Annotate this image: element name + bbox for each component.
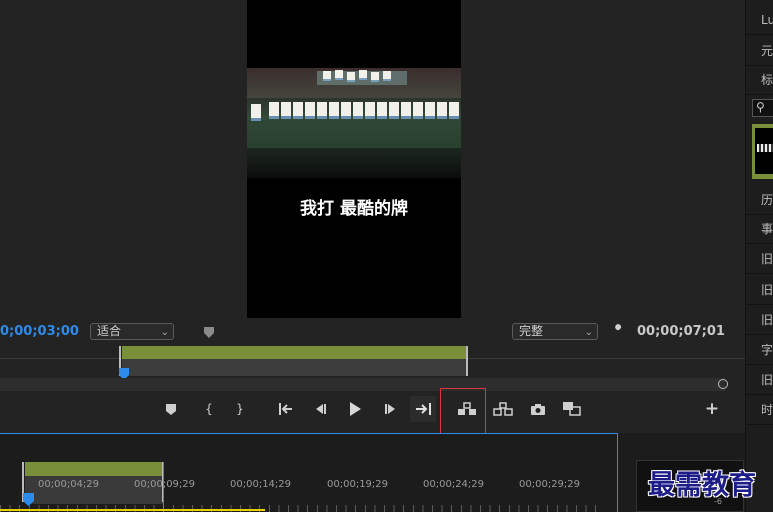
zoom-level-value: 适合 (97, 324, 122, 338)
video-preview[interactable]: 我打 最酷的牌 (247, 0, 461, 318)
go-to-out-icon[interactable] (410, 396, 436, 422)
out-point-handle[interactable] (466, 346, 473, 376)
panel-tab-metadata[interactable]: 元 (746, 37, 773, 66)
in-out-range-shade (122, 359, 468, 376)
timeline-tick-label: 00;00;24;29 (423, 479, 485, 490)
timeline-tick-label: 00;00;04;29 (38, 479, 100, 490)
watermark-logo: 最需教育 (648, 470, 756, 501)
panel-tab-captions[interactable]: 字 (746, 336, 773, 365)
zoom-level-dropdown[interactable]: 适合 ⌄ (90, 323, 174, 340)
panel-tab-legacy-2[interactable]: 旧 (746, 276, 773, 305)
marker-icon[interactable] (160, 396, 182, 422)
in-out-range-bar[interactable] (122, 346, 468, 359)
right-panel-tabs: Lu 元 标 ⚲ 历 事 旧 旧 旧 字 旧 时 (745, 0, 773, 512)
zoom-scrollbar[interactable] (0, 378, 725, 391)
extract-icon[interactable] (491, 396, 515, 422)
panel-tab-legacy-1[interactable]: 旧 (746, 245, 773, 274)
panel-tab-timecode[interactable]: 时 (746, 396, 773, 425)
zoom-scrollbar-handle[interactable] (718, 379, 728, 389)
video-frame-mahjong (247, 68, 461, 178)
monitor-time-ruler[interactable] (0, 346, 745, 380)
duration-timecode: 00;00;07;01 (637, 324, 725, 339)
timeline-tick-label: 00;00;09;29 (134, 479, 196, 490)
transport-toolbar (0, 396, 745, 426)
search-icon: ⚲ (756, 100, 765, 114)
timeline-tick-label: 00;00;29;29 (519, 479, 581, 490)
timeline-playhead-icon[interactable] (23, 491, 34, 506)
search-input[interactable]: ⚲ (752, 99, 773, 117)
chevron-down-icon: ⌄ (584, 327, 593, 338)
button-editor-add[interactable]: + (701, 396, 723, 422)
settings-shield-icon[interactable] (203, 324, 215, 338)
step-forward-icon[interactable] (380, 396, 402, 422)
play-icon[interactable] (344, 396, 366, 422)
panel-tab-legacy-3[interactable]: 旧 (746, 306, 773, 335)
camera-icon[interactable] (527, 396, 549, 422)
panel-tab-markers[interactable]: 标 (746, 66, 773, 95)
render-bar (0, 509, 265, 511)
clip-thumbnail[interactable] (752, 124, 773, 179)
mark-out-button[interactable]: } (229, 396, 251, 422)
timeline-tick-label: 00;00;19;29 (327, 479, 389, 490)
current-timecode[interactable]: 0;00;03;00 (0, 324, 79, 339)
work-area-bar[interactable] (25, 462, 164, 476)
playback-resolution-dropdown[interactable]: 完整 ⌄ (512, 323, 598, 340)
go-to-in-icon[interactable] (275, 396, 297, 422)
panel-tab-history[interactable]: 历 (746, 186, 773, 215)
timeline-tick-label: 00;00;14;29 (230, 479, 292, 490)
chevron-down-icon: ⌄ (160, 327, 169, 338)
playhead-icon[interactable] (119, 365, 129, 380)
step-back-icon[interactable] (309, 396, 331, 422)
compare-view-icon[interactable] (561, 396, 583, 422)
timeline-panel[interactable]: -6 (0, 433, 745, 512)
mark-in-button[interactable]: { (198, 396, 220, 422)
panel-tab-events[interactable]: 事 (746, 215, 773, 244)
wrench-icon[interactable] (611, 323, 625, 337)
playback-resolution-value: 完整 (519, 324, 544, 338)
panel-tab-lumetri[interactable]: Lu (746, 6, 773, 35)
lift-icon[interactable] (455, 396, 479, 422)
video-caption: 我打 最酷的牌 (300, 199, 408, 219)
panel-tab-legacy-4[interactable]: 旧 (746, 366, 773, 395)
